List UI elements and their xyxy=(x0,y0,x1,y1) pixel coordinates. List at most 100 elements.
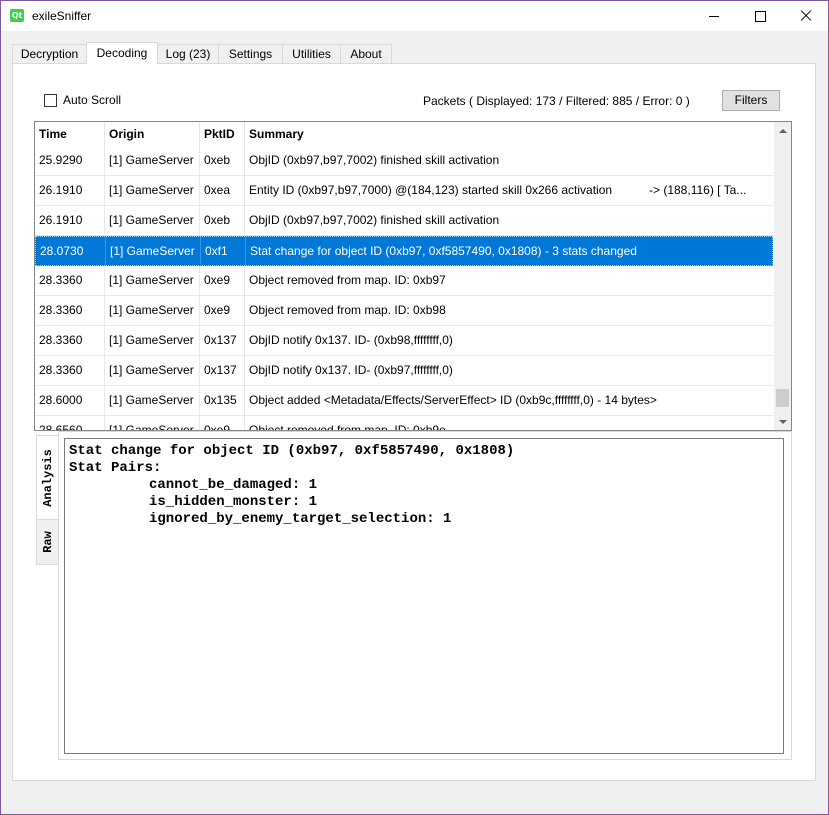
cell-summary-text: Entity ID (0xb97,b97,7000) @(184,123) st… xyxy=(249,183,613,197)
tab-decoding[interactable]: Decoding xyxy=(86,42,158,64)
cell-time-text: 28.3360 xyxy=(39,363,83,377)
cell-time-text: 28.0730 xyxy=(40,244,84,258)
table-row[interactable]: 25.9290 [1] GameServer 0xeb ObjID (0xb97,b9… xyxy=(35,146,773,176)
cell-summary: ObjID (0xb97,b97,7002) finished skill ac… xyxy=(245,206,773,235)
cell-summary: ObjID (0xb97,b97,7002) finished skill ac… xyxy=(245,146,773,175)
cell-origin-text: [1] GameServer xyxy=(110,244,195,258)
cell-pktid-text: 0xeb xyxy=(204,213,231,227)
analysis-text[interactable]: Stat change for object ID (0xb97, 0xf585… xyxy=(64,438,784,754)
cell-origin: [1] GameServer xyxy=(105,356,200,385)
maximize-button[interactable] xyxy=(737,1,783,31)
tab-settings[interactable]: Settings xyxy=(218,44,283,63)
tab-about[interactable]: About xyxy=(340,44,392,63)
cell-pktid: 0xea xyxy=(200,176,245,205)
cell-summary: Entity ID (0xb97,b97,7000) @(184,123) st… xyxy=(245,176,773,205)
cell-pktid: 0xe9 xyxy=(200,266,245,295)
column-header-summary[interactable]: Summary xyxy=(245,122,773,146)
table-row[interactable]: 28.6560 [1] GameServer 0xe9 Object removed … xyxy=(35,416,773,431)
cell-summary-text: Object added <Metadata/Effects/ServerEff… xyxy=(249,393,657,407)
cell-pktid: 0x135 xyxy=(200,386,245,415)
tab-analysis-label: Analysis xyxy=(40,448,55,507)
title-bar[interactable]: Qt exileSniffer xyxy=(1,1,828,31)
close-button[interactable] xyxy=(783,1,829,31)
cell-origin-text: [1] GameServer xyxy=(109,333,194,347)
scroll-down-button[interactable] xyxy=(774,413,791,430)
column-header-pktid[interactable]: PktID xyxy=(200,122,245,146)
cell-summary-overflow: -> (188,116) [ Ta... xyxy=(649,183,747,197)
cell-time: 28.6000 xyxy=(35,386,105,415)
scroll-thumb[interactable] xyxy=(776,389,789,407)
tab-raw[interactable]: Raw xyxy=(36,519,58,565)
cell-origin: [1] GameServer xyxy=(105,146,200,175)
cell-time: 28.0730 xyxy=(36,237,106,266)
table-row[interactable]: 28.3360 [1] GameServer 0xe9 Object removed … xyxy=(35,296,773,326)
table-row[interactable]: 26.1910 [1] GameServer 0xea Entity ID (0xb9… xyxy=(35,176,773,206)
stat-pair: is_hidden_monster: 1 xyxy=(149,494,318,510)
cell-summary: ObjID notify 0x137. ID- (0xb97,ffffffff,… xyxy=(245,356,773,385)
close-icon xyxy=(800,10,812,22)
cell-origin-text: [1] GameServer xyxy=(109,183,194,197)
cell-time-text: 28.6560 xyxy=(39,423,83,431)
tab-decryption[interactable]: Decryption xyxy=(12,44,87,63)
cell-time: 28.3360 xyxy=(35,266,105,295)
tab-utilities[interactable]: Utilities xyxy=(282,44,341,63)
filters-button[interactable]: Filters xyxy=(722,90,780,111)
table-row[interactable]: 28.6000 [1] GameServer 0x135 Object added <… xyxy=(35,386,773,416)
cell-pktid-text: 0x137 xyxy=(204,333,237,347)
cell-pktid-text: 0x135 xyxy=(204,393,237,407)
cell-summary: Object removed from map. ID: 0xb98 xyxy=(245,296,773,325)
cell-time-text: 26.1910 xyxy=(39,213,83,227)
cell-origin: [1] GameServer xyxy=(105,416,200,430)
auto-scroll-label: Auto Scroll xyxy=(63,93,122,107)
cell-origin-text: [1] GameServer xyxy=(109,303,194,317)
packet-table[interactable]: Time Origin PktID Summary 25.9290 [1] Gam… xyxy=(34,121,792,431)
cell-time: 26.1910 xyxy=(35,176,105,205)
cell-pktid-text: 0xe9 xyxy=(204,303,231,317)
cell-time: 28.3360 xyxy=(35,356,105,385)
cell-time: 26.1910 xyxy=(35,206,105,235)
cell-origin: [1] GameServer xyxy=(105,386,200,415)
tab-raw-label: Raw xyxy=(40,531,55,553)
cell-summary-text: ObjID notify 0x137. ID- (0xb97,ffffffff,… xyxy=(249,363,453,377)
cell-origin: [1] GameServer xyxy=(106,237,201,266)
cell-origin-text: [1] GameServer xyxy=(109,213,194,227)
cell-origin: [1] GameServer xyxy=(105,206,200,235)
table-row[interactable]: 28.3360 [1] GameServer 0xe9 Object removed … xyxy=(35,266,773,296)
cell-pktid-text: 0xf1 xyxy=(205,244,228,258)
table-row[interactable]: 28.0730 [1] GameServer 0xf1 Stat change for… xyxy=(35,236,773,266)
cell-pktid: 0x137 xyxy=(200,356,245,385)
cell-time-text: 28.3360 xyxy=(39,333,83,347)
tab-analysis[interactable]: Analysis xyxy=(36,435,58,520)
stat-pairs-label: Stat Pairs: xyxy=(69,460,162,476)
cell-summary-text: Stat change for object ID (0xb97, 0xf585… xyxy=(250,244,637,258)
cell-summary: ObjID notify 0x137. ID- (0xb98,ffffffff,… xyxy=(245,326,773,355)
auto-scroll-checkbox[interactable]: Auto Scroll xyxy=(44,93,121,107)
table-row[interactable]: 28.3360 [1] GameServer 0x137 ObjID notify 0… xyxy=(35,356,773,386)
cell-pktid-text: 0xe9 xyxy=(204,273,231,287)
column-header-time[interactable]: Time xyxy=(35,122,105,146)
scroll-up-button[interactable] xyxy=(774,122,791,139)
cell-origin-text: [1] GameServer xyxy=(109,393,194,407)
cell-summary-text: Object removed from map. ID: 0xb9e xyxy=(249,423,446,431)
cell-summary: Stat change for object ID (0xb97, 0xf585… xyxy=(246,237,774,266)
cell-summary-text: ObjID (0xb97,b97,7002) finished skill ac… xyxy=(249,153,500,167)
cell-time-text: 28.3360 xyxy=(39,273,83,287)
minimize-button[interactable] xyxy=(691,1,737,31)
cell-summary: Object added <Metadata/Effects/ServerEff… xyxy=(245,386,773,415)
cell-pktid: 0xe9 xyxy=(200,416,245,430)
table-vertical-scrollbar[interactable] xyxy=(774,122,791,430)
chevron-down-icon xyxy=(778,419,787,424)
cell-origin-text: [1] GameServer xyxy=(109,273,194,287)
column-header-origin[interactable]: Origin xyxy=(105,122,200,146)
cell-time: 28.3360 xyxy=(35,296,105,325)
tab-log[interactable]: Log (23) xyxy=(157,44,219,63)
table-row[interactable]: 26.1910 [1] GameServer 0xeb ObjID (0xb97,b9… xyxy=(35,206,773,236)
minimize-icon xyxy=(709,15,719,17)
analysis-heading: Stat change for object ID (0xb97, 0xf585… xyxy=(69,443,515,459)
table-header: Time Origin PktID Summary xyxy=(35,122,773,146)
cell-summary: Object removed from map. ID: 0xb9e xyxy=(245,416,773,431)
cell-pktid-text: 0x137 xyxy=(204,363,237,377)
cell-summary: Object removed from map. ID: 0xb97 xyxy=(245,266,773,295)
checkbox-box[interactable] xyxy=(44,93,57,107)
table-row[interactable]: 28.3360 [1] GameServer 0x137 ObjID notify 0… xyxy=(35,326,773,356)
